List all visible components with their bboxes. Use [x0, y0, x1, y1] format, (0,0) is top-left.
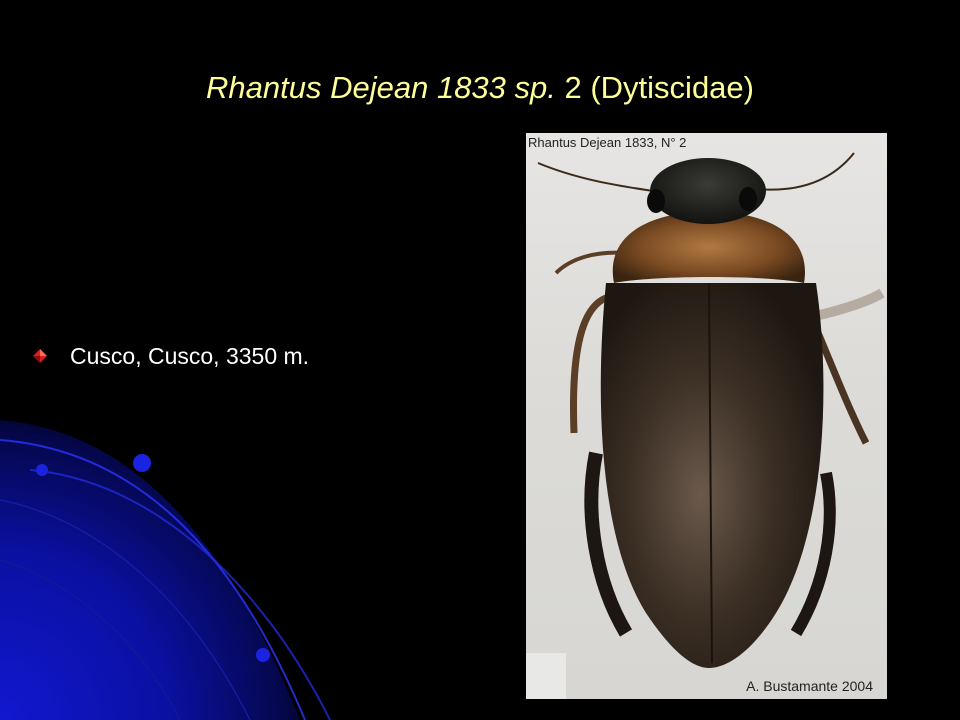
photo-label: Rhantus Dejean 1833, N° 2 [528, 135, 687, 150]
specimen-photo: Rhantus Dejean 1833, N° 2 A. Bustamante … [526, 133, 887, 699]
title-plain-part: 2 (Dytiscidae) [555, 70, 754, 105]
beetle-specimen-image [526, 152, 885, 699]
bullet-item: Cusco, Cusco, 3350 m. [32, 339, 309, 373]
title-italic-part: Rhantus Dejean 1833 sp. [206, 70, 556, 105]
photo-credit: A. Bustamante 2004 [746, 678, 873, 694]
bullet-text: Cusco, Cusco, 3350 m. [70, 342, 310, 369]
red-diamond-arrow-icon [33, 349, 47, 363]
slide-title: Rhantus Dejean 1833 sp. 2 (Dytiscidae) [0, 70, 960, 106]
slide: Rhantus Dejean 1833 sp. 2 (Dytiscidae) C… [0, 0, 960, 720]
